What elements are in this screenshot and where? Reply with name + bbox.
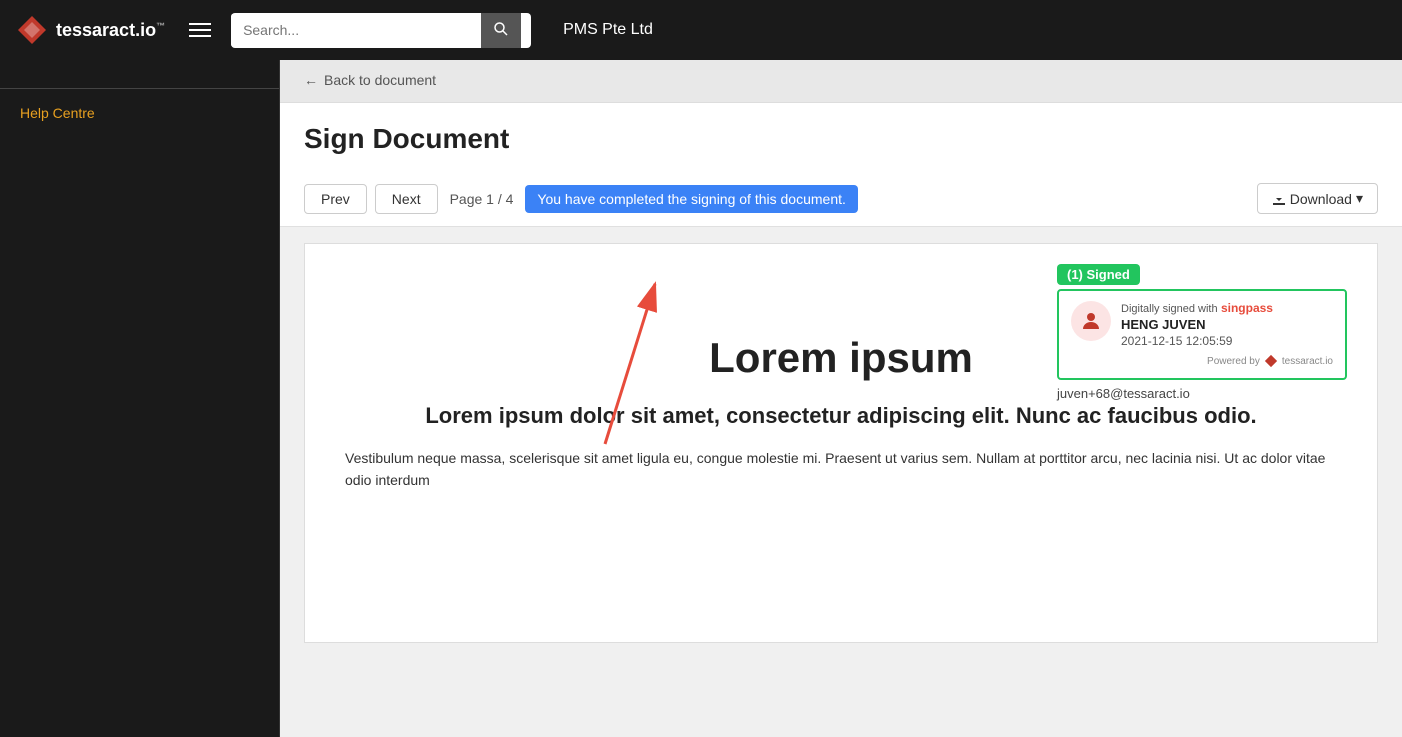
logo-area: tessaract.io™ bbox=[16, 14, 165, 46]
document-viewer: (1) Signed Digitally signed with singpa bbox=[304, 243, 1378, 643]
page-header: Sign Document bbox=[280, 103, 1402, 171]
signed-badge: (1) Signed bbox=[1057, 264, 1140, 285]
sidebar-item-help-centre[interactable]: Help Centre bbox=[0, 97, 279, 129]
doc-subtitle: Lorem ipsum dolor sit amet, consectetur … bbox=[345, 402, 1337, 431]
signer-email: juven+68@tessaract.io bbox=[1057, 386, 1347, 401]
tessaract-logo-small bbox=[1264, 354, 1278, 368]
download-icon bbox=[1272, 192, 1286, 206]
doc-toolbar: Prev Next Page 1 / 4 You have completed … bbox=[280, 171, 1402, 227]
signed-by-label: Digitally signed with singpass bbox=[1121, 301, 1333, 315]
top-bar: tessaract.io™ PMS Pte Ltd bbox=[0, 0, 1402, 60]
user-icon bbox=[1079, 309, 1103, 333]
signed-info: Digitally signed with singpass HENG JUVE… bbox=[1121, 301, 1333, 368]
search-button[interactable] bbox=[481, 13, 521, 48]
sidebar: Help Centre bbox=[0, 60, 280, 737]
singpass-label: singpass bbox=[1221, 301, 1273, 315]
company-name: PMS Pte Ltd bbox=[563, 21, 653, 39]
signed-block: (1) Signed Digitally signed with singpa bbox=[1057, 264, 1347, 401]
search-icon bbox=[493, 21, 509, 37]
search-bar bbox=[231, 13, 531, 48]
logo-text: tessaract.io™ bbox=[56, 20, 165, 41]
hamburger-menu[interactable] bbox=[185, 15, 215, 45]
page-title: Sign Document bbox=[304, 123, 1378, 155]
download-button[interactable]: Download ▾ bbox=[1257, 183, 1378, 214]
signer-name: HENG JUVEN bbox=[1121, 317, 1333, 332]
back-to-document-link[interactable]: Back to document bbox=[304, 72, 436, 88]
signed-date: 2021-12-15 12:05:59 bbox=[1121, 334, 1333, 348]
next-button[interactable]: Next bbox=[375, 184, 438, 214]
sidebar-divider bbox=[0, 88, 279, 89]
main-layout: Help Centre Back to document Sign Docume… bbox=[0, 60, 1402, 737]
back-bar: Back to document bbox=[280, 60, 1402, 103]
prev-button[interactable]: Prev bbox=[304, 184, 367, 214]
page-info: Page 1 / 4 bbox=[450, 191, 514, 207]
doc-body: Vestibulum neque massa, scelerisque sit … bbox=[345, 447, 1337, 492]
logo-icon bbox=[16, 14, 48, 46]
powered-by: Powered by tessaract.io bbox=[1121, 354, 1333, 368]
signed-card: Digitally signed with singpass HENG JUVE… bbox=[1057, 289, 1347, 380]
app-layout: tessaract.io™ PMS Pte Ltd Help Centre bbox=[0, 0, 1402, 737]
signed-avatar bbox=[1071, 301, 1111, 341]
search-input[interactable] bbox=[231, 14, 481, 46]
completion-message: You have completed the signing of this d… bbox=[525, 185, 857, 213]
content-area: Back to document Sign Document Prev Next… bbox=[280, 60, 1402, 737]
